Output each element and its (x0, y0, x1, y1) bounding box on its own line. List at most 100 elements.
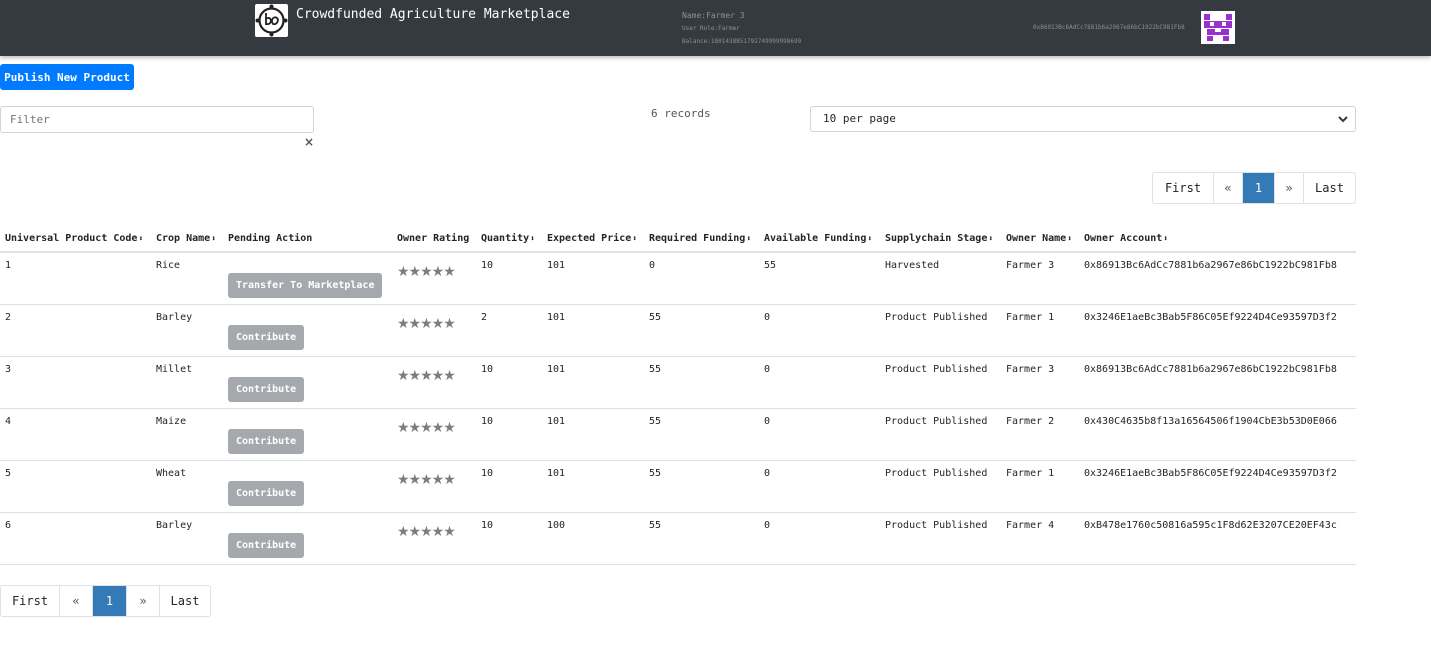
expected-price-cell: 101 (542, 408, 644, 461)
pagination-bottom: First « 1 » Last (0, 585, 211, 617)
owner-name-cell: Farmer 3 (1001, 356, 1079, 409)
page-last-button[interactable]: Last (1303, 173, 1355, 203)
page-last-button[interactable]: Last (159, 586, 210, 616)
pending-action-cell: Contribute (223, 356, 392, 409)
column-header[interactable]: Owner Account⬍ (1079, 226, 1356, 253)
per-page-select[interactable]: 10 per page (810, 106, 1356, 132)
rating-stars-icon[interactable]: ★★★★★ (397, 524, 456, 540)
sort-icon[interactable]: ⬍ (211, 234, 216, 243)
sort-icon[interactable]: ⬍ (1163, 234, 1168, 243)
column-header[interactable]: Expected Price⬍ (542, 226, 644, 253)
column-header[interactable]: Quantity⬍ (476, 226, 542, 253)
owner-rating-cell: ★★★★★ (392, 512, 476, 565)
owner-account-cell: 0x3246E1aeBc3Bab5F86C05Ef9224D4Ce93597D3… (1079, 304, 1356, 357)
column-header-label: Available Funding (764, 233, 867, 244)
upc-cell: 5 (0, 460, 151, 513)
page-first-button[interactable]: First (1153, 173, 1213, 203)
column-header[interactable]: Universal Product Code⬍ (0, 226, 151, 253)
publish-new-product-button[interactable]: Publish New Product (0, 64, 134, 90)
available-funding-cell: 0 (759, 460, 880, 513)
rating-stars-icon[interactable]: ★★★★★ (397, 368, 456, 384)
column-header-label: Pending Action (228, 233, 313, 244)
table-header-row: Universal Product Code⬍ Crop Name⬍ Pending… (0, 226, 1356, 253)
column-header[interactable]: Required Funding⬍ (644, 226, 759, 253)
contribute-button[interactable]: Contribute (228, 532, 305, 558)
quantity-cell: 10 (476, 252, 542, 305)
quantity-cell: 10 (476, 356, 542, 409)
sort-icon[interactable]: ⬍ (988, 234, 993, 243)
page-current-button[interactable]: 1 (1242, 173, 1274, 203)
crop-name-cell: Millet (151, 356, 223, 409)
upc-cell: 3 (0, 356, 151, 409)
expected-price-cell: 101 (542, 460, 644, 513)
page-first-button[interactable]: First (1, 586, 59, 616)
owner-account-cell: 0x430C4635b8f13a16564506f1904CbE3b53D0E0… (1079, 408, 1356, 461)
required-funding-cell: 0 (644, 252, 759, 305)
available-funding-cell: 0 (759, 408, 880, 461)
rating-stars-icon[interactable]: ★★★★★ (397, 472, 456, 488)
column-header-label: Expected Price (547, 233, 632, 244)
pending-action-cell: Transfer To Marketplace (223, 252, 392, 305)
owner-name-cell: Farmer 3 (1001, 252, 1079, 305)
expected-price-cell: 101 (542, 356, 644, 409)
rating-stars-icon[interactable]: ★★★★★ (397, 316, 456, 332)
navbar: Crowdfunded Agriculture Marketplace Name… (0, 0, 1431, 56)
page-next-button[interactable]: » (1274, 173, 1303, 203)
sort-icon[interactable]: ⬍ (138, 234, 143, 243)
app-title: Crowdfunded Agriculture Marketplace (296, 7, 570, 22)
contribute-button[interactable]: Contribute (228, 376, 305, 402)
filter-input[interactable] (0, 106, 314, 133)
owner-account-cell: 0x86913Bc6AdCc7881b6a2967e86bC1922bC981F… (1079, 356, 1356, 409)
per-page-value: 10 per page (823, 112, 896, 125)
table-body: 1 Rice Transfer To Marketplace ★★★★★ 10 101 0 5… (0, 252, 1356, 565)
supplychain-stage-cell: Product Published (880, 304, 1001, 357)
crop-name-cell: Wheat (151, 460, 223, 513)
required-funding-cell: 55 (644, 460, 759, 513)
upc-cell: 1 (0, 252, 151, 305)
page-current-button[interactable]: 1 (92, 586, 126, 616)
upc-cell: 6 (0, 512, 151, 565)
owner-name-cell: Farmer 2 (1001, 408, 1079, 461)
sort-icon[interactable]: ⬍ (746, 234, 751, 243)
sort-icon[interactable]: ⬍ (632, 234, 637, 243)
owner-rating-cell: ★★★★★ (392, 252, 476, 305)
column-header: Pending Action (223, 226, 392, 253)
sort-icon[interactable]: ⬍ (1067, 234, 1072, 243)
user-role: User Role:Farmer (682, 25, 740, 32)
table-row: 2 Barley Contribute ★★★★★ 2 101 55 0 Product Pub… (0, 304, 1356, 357)
avatar-icon[interactable] (1201, 11, 1235, 44)
contribute-button[interactable]: Contribute (228, 324, 305, 350)
required-funding-cell: 55 (644, 304, 759, 357)
expected-price-cell: 101 (542, 252, 644, 305)
column-header: Owner Rating (392, 226, 476, 253)
column-header[interactable]: Supplychain Stage⬍ (880, 226, 1001, 253)
record-count: 6 records (651, 107, 711, 120)
pending-action-cell: Contribute (223, 304, 392, 357)
sort-icon[interactable]: ⬍ (867, 234, 872, 243)
sort-icon[interactable]: ⬍ (530, 234, 535, 243)
available-funding-cell: 55 (759, 252, 880, 305)
owner-name-cell: Farmer 4 (1001, 512, 1079, 565)
transfer-to-marketplace-button[interactable]: Transfer To Marketplace (228, 273, 383, 298)
contribute-button[interactable]: Contribute (228, 428, 305, 454)
expected-price-cell: 100 (542, 512, 644, 565)
supplychain-stage-cell: Harvested (880, 252, 1001, 305)
pending-action-cell: Contribute (223, 408, 392, 461)
column-header[interactable]: Owner Name⬍ (1001, 226, 1079, 253)
brand-logo-icon[interactable] (255, 4, 288, 37)
user-info: Name:Farmer 3 User Role:Farmer Balance:1… (682, 9, 801, 48)
table-row: 4 Maize Contribute ★★★★★ 10 101 55 0 Product Pub… (0, 408, 1356, 461)
table-row: 5 Wheat Contribute ★★★★★ 10 101 55 0 Product Pub… (0, 460, 1356, 513)
column-header[interactable]: Crop Name⬍ (151, 226, 223, 253)
contribute-button[interactable]: Contribute (228, 480, 305, 506)
page-prev-button[interactable]: « (59, 586, 92, 616)
quantity-cell: 10 (476, 460, 542, 513)
rating-stars-icon[interactable]: ★★★★★ (397, 264, 456, 280)
rating-stars-icon[interactable]: ★★★★★ (397, 420, 456, 436)
page-next-button[interactable]: » (126, 586, 159, 616)
user-name: Name:Farmer 3 (682, 11, 745, 20)
column-header[interactable]: Available Funding⬍ (759, 226, 880, 253)
page-prev-button[interactable]: « (1213, 173, 1242, 203)
clear-filter-icon[interactable]: × (304, 135, 314, 149)
crop-name-cell: Barley (151, 304, 223, 357)
